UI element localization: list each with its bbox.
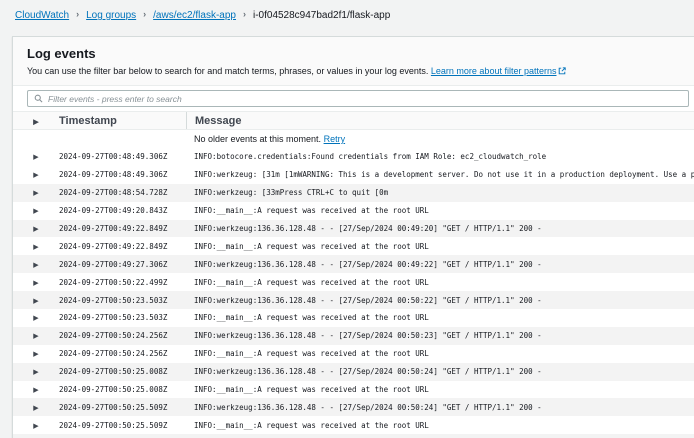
- log-message: INFO:__main__:A request was received at …: [186, 385, 694, 394]
- breadcrumb-log-groups[interactable]: Log groups: [86, 10, 136, 21]
- log-event-row: ▶ 2024-09-27T00:50:23.503Z INFO:__main__…: [13, 309, 694, 327]
- page-title: Log events: [27, 46, 679, 61]
- chevron-right-icon: ›: [243, 9, 246, 19]
- log-timestamp: 2024-09-27T00:50:23.503Z: [59, 296, 186, 305]
- breadcrumb-log-group-name[interactable]: /aws/ec2/flask-app: [153, 10, 236, 21]
- expand-row-button[interactable]: ▶: [33, 280, 38, 287]
- log-timestamp: 2024-09-27T00:50:24.256Z: [59, 349, 186, 358]
- log-message: INFO:__main__:A request was received at …: [186, 278, 694, 287]
- message-column-header: Message: [186, 112, 694, 129]
- search-icon: [34, 94, 43, 103]
- log-event-row: ▶ 2024-09-27T00:50:26.260Z INFO:werkzeug…: [13, 434, 694, 438]
- log-message: INFO:werkzeug:136.36.128.48 - - [27/Sep/…: [186, 403, 694, 412]
- chevron-right-icon: ›: [76, 9, 79, 19]
- log-event-row: ▶ 2024-09-27T00:48:49.306Z INFO:botocore…: [13, 148, 694, 166]
- log-timestamp: 2024-09-27T00:48:54.728Z: [59, 188, 186, 197]
- log-message: INFO:werkzeug:136.36.128.48 - - [27/Sep/…: [186, 224, 694, 233]
- external-link-icon: [558, 67, 566, 78]
- log-event-row: ▶ 2024-09-27T00:48:54.728Z INFO:werkzeug…: [13, 184, 694, 202]
- log-event-row: ▶ 2024-09-27T00:50:25.509Z INFO:__main__…: [13, 416, 694, 434]
- expand-row-button[interactable]: ▶: [33, 351, 38, 358]
- log-event-row: ▶ 2024-09-27T00:50:24.256Z INFO:werkzeug…: [13, 327, 694, 345]
- expand-row-button[interactable]: ▶: [33, 154, 38, 161]
- log-message: INFO:werkzeug:136.36.128.48 - - [27/Sep/…: [186, 260, 694, 269]
- log-event-row: ▶ 2024-09-27T00:50:23.503Z INFO:werkzeug…: [13, 291, 694, 309]
- description-text: You can use the filter bar below to sear…: [27, 66, 428, 76]
- log-event-row: ▶ 2024-09-27T00:49:27.306Z INFO:werkzeug…: [13, 255, 694, 273]
- caret-right-icon: ▶: [33, 119, 38, 126]
- log-timestamp: 2024-09-27T00:50:25.008Z: [59, 385, 186, 394]
- log-event-row: ▶ 2024-09-27T00:49:22.849Z INFO:__main__…: [13, 237, 694, 255]
- expand-row-button[interactable]: ▶: [33, 190, 38, 197]
- log-timestamp: 2024-09-27T00:50:25.008Z: [59, 367, 186, 376]
- log-event-row: ▶ 2024-09-27T00:50:22.499Z INFO:__main__…: [13, 273, 694, 291]
- table-header-row: ▶ Timestamp Message: [13, 111, 694, 130]
- retry-link[interactable]: Retry: [324, 134, 346, 144]
- expand-row-button[interactable]: ▶: [33, 244, 38, 251]
- log-event-row: ▶ 2024-09-27T00:49:22.849Z INFO:werkzeug…: [13, 220, 694, 238]
- filter-events-input[interactable]: Filter events - press enter to search: [27, 90, 689, 107]
- panel-header: Log events You can use the filter bar be…: [13, 37, 694, 86]
- log-event-row: ▶ 2024-09-27T00:50:25.008Z INFO:__main__…: [13, 381, 694, 399]
- expand-column-header: ▶: [13, 115, 59, 127]
- log-event-row: ▶ 2024-09-27T00:48:49.306Z INFO:werkzeug…: [13, 166, 694, 184]
- log-timestamp: 2024-09-27T00:50:25.509Z: [59, 421, 186, 430]
- log-event-row: ▶ 2024-09-27T00:50:25.008Z INFO:werkzeug…: [13, 363, 694, 381]
- timestamp-column-header: Timestamp: [59, 115, 186, 127]
- log-events-panel: Log events You can use the filter bar be…: [12, 36, 694, 438]
- log-timestamp: 2024-09-27T00:50:25.509Z: [59, 403, 186, 412]
- log-message: INFO:botocore.credentials:Found credenti…: [186, 152, 694, 161]
- log-timestamp: 2024-09-27T00:50:24.256Z: [59, 331, 186, 340]
- expand-row-button[interactable]: ▶: [33, 208, 38, 215]
- log-timestamp: 2024-09-27T00:49:20.843Z: [59, 206, 186, 215]
- expand-row-button[interactable]: ▶: [33, 423, 38, 430]
- log-message: INFO:__main__:A request was received at …: [186, 206, 694, 215]
- log-event-row: ▶ 2024-09-27T00:50:25.509Z INFO:werkzeug…: [13, 398, 694, 416]
- log-timestamp: 2024-09-27T00:50:23.503Z: [59, 313, 186, 322]
- log-timestamp: 2024-09-27T00:48:49.306Z: [59, 170, 186, 179]
- log-message: INFO:__main__:A request was received at …: [186, 349, 694, 358]
- expand-row-button[interactable]: ▶: [33, 226, 38, 233]
- no-older-events-row: No older events at this moment. Retry: [13, 130, 694, 148]
- log-event-row: ▶ 2024-09-27T00:50:24.256Z INFO:__main__…: [13, 345, 694, 363]
- log-timestamp: 2024-09-27T00:49:27.306Z: [59, 260, 186, 269]
- breadcrumb-log-stream-name: i-0f04528c947bad2f1/flask-app: [253, 10, 390, 21]
- chevron-right-icon: ›: [143, 9, 146, 19]
- log-message: INFO:werkzeug:136.36.128.48 - - [27/Sep/…: [186, 367, 694, 376]
- expand-row-button[interactable]: ▶: [33, 405, 38, 412]
- expand-row-button[interactable]: ▶: [33, 333, 38, 340]
- log-timestamp: 2024-09-27T00:50:22.499Z: [59, 278, 186, 287]
- expand-row-button[interactable]: ▶: [33, 298, 38, 305]
- filter-bar: Filter events - press enter to search: [13, 86, 694, 111]
- log-message: INFO:werkzeug:136.36.128.48 - - [27/Sep/…: [186, 331, 694, 340]
- no-older-events-text: No older events at this moment.: [194, 134, 321, 144]
- log-message: INFO:werkzeug: [33mPress CTRL+C to quit …: [186, 188, 694, 197]
- panel-description: You can use the filter bar below to sear…: [27, 66, 679, 78]
- learn-more-link[interactable]: Learn more about filter patterns: [431, 66, 557, 76]
- log-timestamp: 2024-09-27T00:49:22.849Z: [59, 224, 186, 233]
- filter-input-placeholder: Filter events - press enter to search: [48, 94, 182, 104]
- expand-row-button[interactable]: ▶: [33, 387, 38, 394]
- log-message: INFO:__main__:A request was received at …: [186, 421, 694, 430]
- log-message: INFO:werkzeug: [31m [1mWARNING: This is …: [186, 170, 694, 179]
- expand-row-button[interactable]: ▶: [33, 172, 38, 179]
- expand-row-button[interactable]: ▶: [33, 315, 38, 322]
- log-message: INFO:__main__:A request was received at …: [186, 242, 694, 251]
- log-events-list: ▶ 2024-09-27T00:48:49.306Z INFO:botocore…: [13, 148, 694, 438]
- log-event-row: ▶ 2024-09-27T00:49:20.843Z INFO:__main__…: [13, 202, 694, 220]
- log-timestamp: 2024-09-27T00:49:22.849Z: [59, 242, 186, 251]
- breadcrumb: CloudWatch › Log groups › /aws/ec2/flask…: [0, 0, 694, 34]
- log-message: INFO:__main__:A request was received at …: [186, 313, 694, 322]
- log-message: INFO:werkzeug:136.36.128.48 - - [27/Sep/…: [186, 296, 694, 305]
- breadcrumb-cloudwatch[interactable]: CloudWatch: [15, 10, 69, 21]
- expand-row-button[interactable]: ▶: [33, 262, 38, 269]
- log-timestamp: 2024-09-27T00:48:49.306Z: [59, 152, 186, 161]
- expand-row-button[interactable]: ▶: [33, 369, 38, 376]
